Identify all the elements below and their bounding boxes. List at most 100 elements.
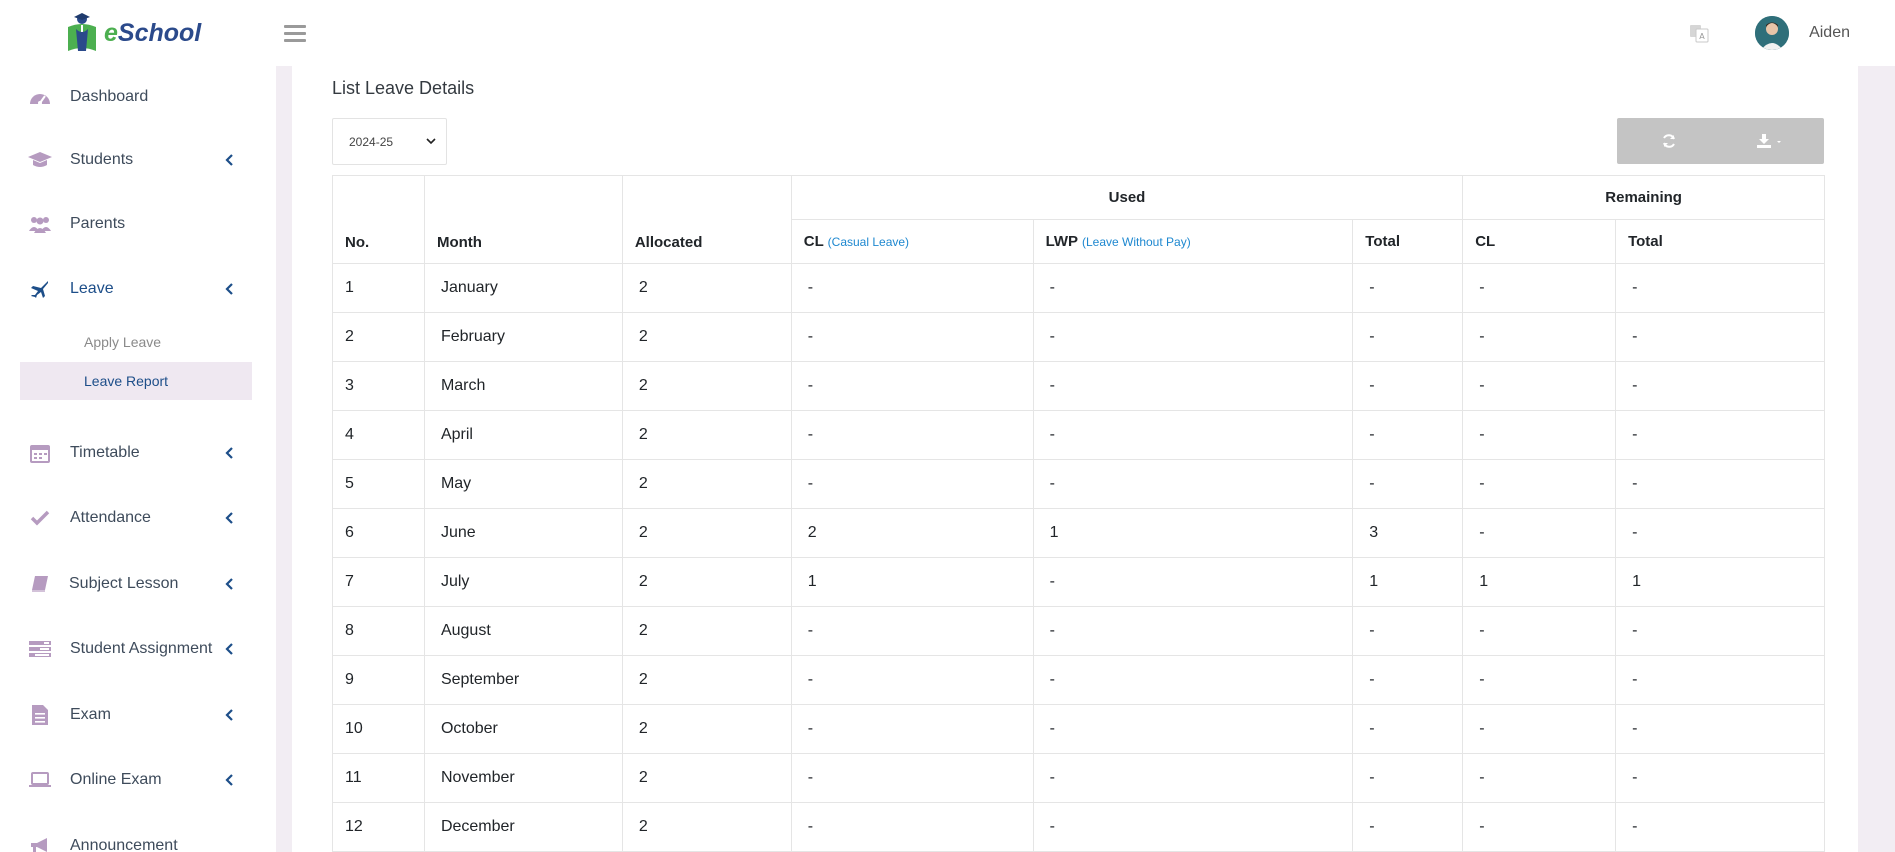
header-month: Month xyxy=(423,175,623,264)
table-cell: August xyxy=(423,606,623,656)
chevron-left-icon xyxy=(225,447,233,459)
table-cell: 12 xyxy=(332,802,425,852)
sidebar-item-dashboard[interactable]: Dashboard xyxy=(0,72,276,122)
table-cell: 1 xyxy=(1615,557,1825,607)
table-cell: - xyxy=(790,459,1034,509)
table-cell: June xyxy=(423,508,623,558)
table-cell: April xyxy=(423,410,623,460)
table-cell: - xyxy=(1032,263,1354,313)
table-cell: - xyxy=(1615,606,1825,656)
table-cell: - xyxy=(790,802,1034,852)
table-cell: 2 xyxy=(621,263,792,313)
sidebar-subitem-leave-report[interactable]: Leave Report xyxy=(20,362,252,400)
table-cell: - xyxy=(1352,410,1464,460)
table-cell: November xyxy=(423,753,623,803)
table-cell: October xyxy=(423,704,623,754)
sidebar-item-parents[interactable]: Parents xyxy=(0,199,276,249)
table-cell: 2 xyxy=(621,410,792,460)
sidebar-subitem-apply-leave[interactable]: Apply Leave xyxy=(20,323,252,361)
table-cell: - xyxy=(1615,753,1825,803)
table-cell: - xyxy=(1615,508,1825,558)
table-cell: - xyxy=(1615,263,1825,313)
chevron-left-icon xyxy=(225,283,233,295)
book-icon xyxy=(28,572,52,596)
table-cell: - xyxy=(790,410,1034,460)
header-used: Used xyxy=(790,175,1464,220)
bullhorn-icon xyxy=(28,834,52,852)
sidebar-item-leave[interactable]: Leave xyxy=(0,264,276,314)
sidebar-item-timetable[interactable]: Timetable xyxy=(0,428,276,478)
table-cell: - xyxy=(790,655,1034,705)
table-cell: - xyxy=(1352,655,1464,705)
sidebar-item-exam[interactable]: Exam xyxy=(0,690,276,740)
sidebar-item-announcement[interactable]: Announcement xyxy=(0,821,276,852)
table-cell: - xyxy=(790,704,1034,754)
refresh-button[interactable] xyxy=(1617,118,1720,164)
language-icon[interactable]: A xyxy=(1687,21,1711,45)
sidebar: Dashboard Students Parents Leave Apply L… xyxy=(0,66,276,852)
graduation-cap-icon xyxy=(28,148,52,172)
table-cell: 2 xyxy=(332,312,425,362)
download-icon xyxy=(1756,134,1781,148)
table-cell: 2 xyxy=(621,508,792,558)
table-cell: - xyxy=(1032,410,1354,460)
users-icon xyxy=(28,212,52,236)
leave-details-card: List Leave Details 2024-25 No. Month All… xyxy=(292,66,1858,852)
table-cell: 2 xyxy=(621,557,792,607)
chevron-left-icon xyxy=(225,643,233,655)
table-cell: 2 xyxy=(621,753,792,803)
table-row: 7 July 2 1-1 1 1 xyxy=(332,557,1825,607)
calendar-icon xyxy=(28,441,52,465)
table-cell: - xyxy=(1352,704,1464,754)
table-cell: - xyxy=(1032,753,1354,803)
table-cell: - xyxy=(1352,312,1464,362)
sidebar-item-subject-lesson[interactable]: Subject Lesson xyxy=(0,559,276,609)
header-used-lwp: LWP (Leave Without Pay) xyxy=(1032,219,1354,264)
menu-toggle-icon[interactable] xyxy=(284,14,322,52)
table-cell: - xyxy=(1462,361,1617,411)
sidebar-item-students[interactable]: Students xyxy=(0,135,276,185)
table-row: 9 September 2- - - - - xyxy=(332,655,1825,705)
table-cell: 1 xyxy=(1462,557,1617,607)
table-cell: - xyxy=(1032,606,1354,656)
export-dropdown-button[interactable] xyxy=(1720,118,1823,164)
sidebar-item-attendance[interactable]: Attendance xyxy=(0,493,276,543)
table-cell: - xyxy=(1352,753,1464,803)
sidebar-item-student-assignment[interactable]: Student Assignment xyxy=(0,624,276,674)
table-cell: - xyxy=(790,361,1034,411)
leave-table-body: 1 January 2- - - - -2 February 2- - - - -3 March 2- - - -… xyxy=(332,263,1825,852)
table-cell: - xyxy=(1615,410,1825,460)
table-cell: February xyxy=(423,312,623,362)
table-row: 10 October 2- - - - - xyxy=(332,704,1825,754)
user-name[interactable]: Aiden xyxy=(1809,24,1850,42)
table-cell: 11 xyxy=(332,753,425,803)
table-row: 4 April 2- - - - - xyxy=(332,410,1825,460)
chevron-left-icon xyxy=(225,512,233,524)
chevron-left-icon xyxy=(225,154,233,166)
brand[interactable]: eSchool xyxy=(0,0,276,66)
session-select[interactable]: 2024-25 xyxy=(332,118,447,165)
table-row: 6 June 2 2 1 3- - xyxy=(332,508,1825,558)
table-cell: - xyxy=(1032,704,1354,754)
table-cell: - xyxy=(1462,459,1617,509)
table-cell: - xyxy=(1032,312,1354,362)
table-row: 12 December 2- - - - - xyxy=(332,802,1825,852)
table-cell: 8 xyxy=(332,606,425,656)
table-cell: July xyxy=(423,557,623,607)
table-cell: - xyxy=(1462,606,1617,656)
sidebar-item-online-exam[interactable]: Online Exam xyxy=(0,755,276,805)
table-cell: 2 xyxy=(621,802,792,852)
header-remaining-total: Total xyxy=(1615,219,1825,264)
casual-leave-hint: (Casual Leave) xyxy=(827,235,910,249)
chevron-down-icon xyxy=(426,138,436,145)
page-title: List Leave Details xyxy=(332,78,475,98)
table-cell: - xyxy=(1615,361,1825,411)
check-icon xyxy=(28,506,52,530)
table-cell: 1 xyxy=(332,263,425,313)
avatar[interactable] xyxy=(1755,16,1790,50)
table-cell: 2 xyxy=(790,508,1034,558)
table-cell: 1 xyxy=(1352,557,1464,607)
table-cell: - xyxy=(790,263,1034,313)
table-cell: 2 xyxy=(621,606,792,656)
table-cell: - xyxy=(1032,459,1354,509)
